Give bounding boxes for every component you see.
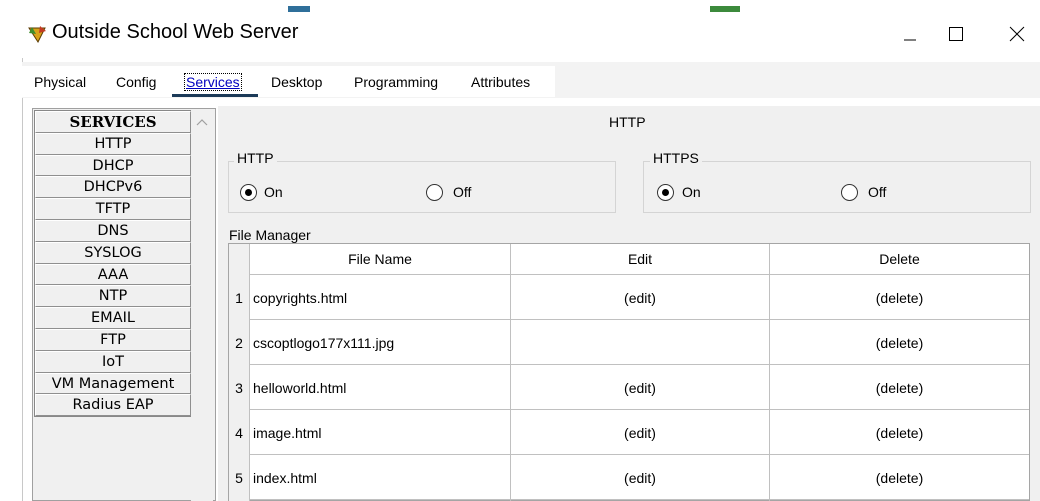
row-number: 2 (235, 335, 243, 351)
sidebar-item-ftp[interactable]: FTP (35, 328, 191, 351)
maximize-button[interactable] (933, 14, 979, 54)
row-divider (249, 454, 1029, 455)
file-manager-label: File Manager (229, 227, 311, 243)
sidebar-item-syslog[interactable]: SYSLOG (35, 241, 191, 264)
https-off-radio[interactable] (841, 184, 858, 201)
sidebar-item-dhcpv6[interactable]: DHCPv6 (35, 176, 191, 199)
delete-link[interactable]: (delete) (770, 335, 1029, 351)
minimize-button[interactable] (887, 14, 933, 54)
row-number: 3 (235, 380, 243, 396)
edit-link[interactable]: (edit) (511, 425, 769, 441)
close-button[interactable] (994, 14, 1040, 54)
edit-link[interactable]: (edit) (511, 470, 769, 486)
service-heading: HTTP (609, 114, 646, 130)
sidebar-item-dns[interactable]: DNS (35, 219, 191, 242)
row-number: 4 (235, 425, 243, 441)
file-manager-table (228, 243, 1030, 501)
sidebar-item-radius-eap[interactable]: Radius EAP (35, 394, 191, 417)
maximize-icon (948, 26, 964, 42)
edit-link[interactable]: (edit) (511, 290, 769, 306)
file-name-cell[interactable]: copyrights.html (253, 290, 347, 306)
row-number: 5 (235, 470, 243, 486)
file-name-cell[interactable]: cscoptlogo177x111.jpg (253, 335, 394, 351)
background-window-strip (0, 0, 1040, 12)
tab-services-label: Services (184, 73, 242, 91)
file-name-cell[interactable]: helloworld.html (253, 380, 346, 396)
sidebar-item-iot[interactable]: IoT (35, 350, 191, 373)
tab-services[interactable]: Services (184, 73, 242, 91)
app-icon (26, 24, 48, 46)
tab-physical[interactable]: Physical (34, 74, 86, 90)
row-number: 1 (235, 290, 243, 306)
delete-link[interactable]: (delete) (770, 290, 1029, 306)
https-group-label: HTTPS (650, 150, 702, 166)
row-divider (249, 364, 1029, 365)
tab-programming[interactable]: Programming (354, 74, 438, 90)
column-divider (249, 244, 250, 501)
column-header-edit[interactable]: Edit (511, 244, 769, 274)
minimize-icon (902, 26, 918, 42)
close-icon (1008, 25, 1026, 43)
tab-config[interactable]: Config (116, 74, 156, 90)
sidebar-item-vm-management[interactable]: VM Management (35, 372, 191, 395)
sidebar-item-ntp[interactable]: NTP (35, 285, 191, 308)
sidebar-scrollbar[interactable] (191, 110, 213, 501)
https-on-label[interactable]: On (682, 184, 701, 200)
edit-link[interactable]: (edit) (511, 380, 769, 396)
row-divider (249, 319, 1029, 320)
http-off-radio[interactable] (426, 184, 443, 201)
services-header: SERVICES (35, 111, 191, 133)
delete-link[interactable]: (delete) (770, 470, 1029, 486)
active-tab-indicator (172, 94, 258, 97)
tab-desktop[interactable]: Desktop (271, 74, 322, 90)
https-off-label[interactable]: Off (868, 184, 886, 200)
sidebar-item-http[interactable]: HTTP (35, 132, 191, 155)
row-divider (249, 499, 1029, 500)
column-divider (510, 244, 511, 501)
http-on-radio[interactable] (240, 184, 257, 201)
tab-attributes[interactable]: Attributes (471, 74, 530, 90)
sidebar-item-aaa[interactable]: AAA (35, 263, 191, 286)
row-number-column (229, 244, 249, 501)
https-group (643, 161, 1031, 213)
row-divider (249, 409, 1029, 410)
column-divider (769, 244, 770, 501)
http-group-label: HTTP (234, 150, 277, 166)
file-name-cell[interactable]: image.html (253, 425, 321, 441)
http-off-label[interactable]: Off (453, 184, 471, 200)
delete-link[interactable]: (delete) (770, 425, 1029, 441)
row-divider (249, 274, 1029, 275)
window-title: Outside School Web Server (52, 21, 299, 43)
column-header-file-name[interactable]: File Name (250, 244, 510, 274)
chevron-up-icon (196, 113, 208, 129)
background-window-fragment (288, 6, 310, 12)
scroll-up-button[interactable] (191, 112, 213, 130)
delete-link[interactable]: (delete) (770, 380, 1029, 396)
services-list: SERVICES HTTP DHCP DHCPv6 TFTP DNS SYSLO… (34, 110, 192, 418)
sidebar-item-tftp[interactable]: TFTP (35, 198, 191, 220)
http-group (228, 161, 616, 213)
http-on-label[interactable]: On (264, 184, 283, 200)
https-on-radio[interactable] (657, 184, 674, 201)
sidebar-item-dhcp[interactable]: DHCP (35, 154, 191, 177)
file-name-cell[interactable]: index.html (253, 470, 317, 486)
background-window-fragment (710, 6, 740, 12)
sidebar-item-email[interactable]: EMAIL (35, 307, 191, 329)
column-header-delete[interactable]: Delete (770, 244, 1029, 274)
